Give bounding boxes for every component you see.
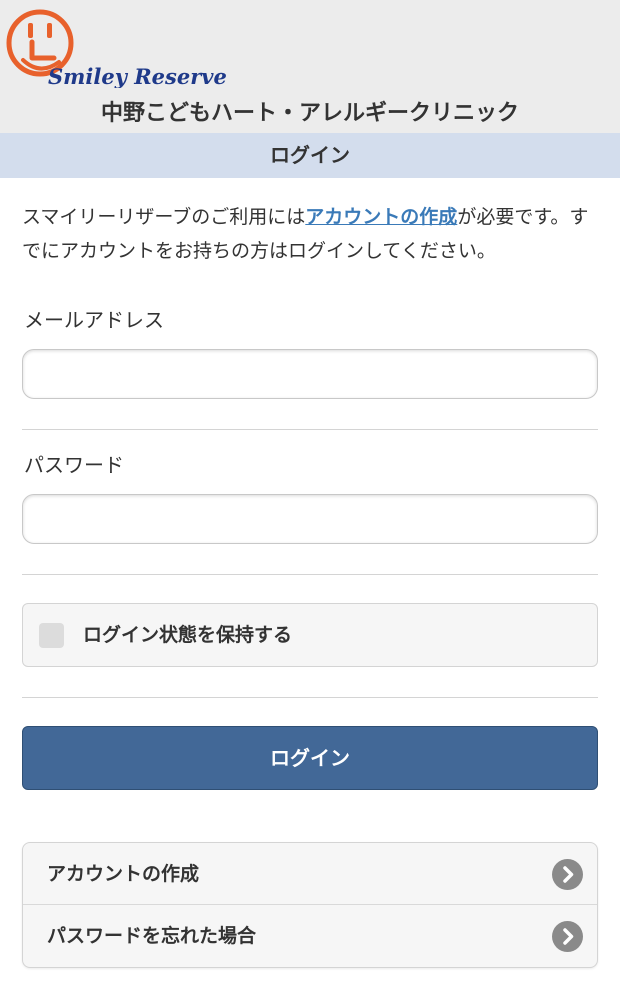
app-header: Smiley Reserve 中野こどもハート・アレルギークリニック [0,0,620,133]
divider [22,697,598,698]
link-item-label: アカウントの作成 [47,863,200,885]
remember-checkbox[interactable] [39,623,64,648]
intro-text: スマイリーリザーブのご利用にはアカウントの作成が必要です。すでにアカウントをお持… [22,200,600,268]
link-item-label: パスワードを忘れた場合 [47,925,257,947]
create-account-link[interactable]: アカウントの作成 [305,206,457,228]
divider [22,429,598,430]
page-title: ログイン [0,133,620,178]
login-button[interactable]: ログイン [22,726,598,790]
forgot-password-item[interactable]: パスワードを忘れた場合 [23,905,597,967]
intro-text-before: スマイリーリザーブのご利用には [22,206,306,228]
email-label: メールアドレス [24,308,164,332]
remember-login-toggle[interactable]: ログイン状態を保持する [22,603,598,667]
chevron-right-icon [552,921,583,952]
remember-label: ログイン状態を保持する [83,624,293,646]
create-account-item[interactable]: アカウントの作成 [23,843,597,905]
account-links-list: アカウントの作成 パスワードを忘れた場合 [22,842,598,968]
divider [22,574,598,575]
smiley-reserve-logo[interactable]: Smiley Reserve [4,6,234,88]
password-label: パスワード [24,453,124,477]
clinic-name: 中野こどもハート・アレルギークリニック [100,101,519,126]
password-input[interactable] [22,494,598,544]
logo-text: Smiley Reserve [48,64,227,88]
email-input[interactable] [22,349,598,399]
chevron-right-icon [552,859,583,890]
